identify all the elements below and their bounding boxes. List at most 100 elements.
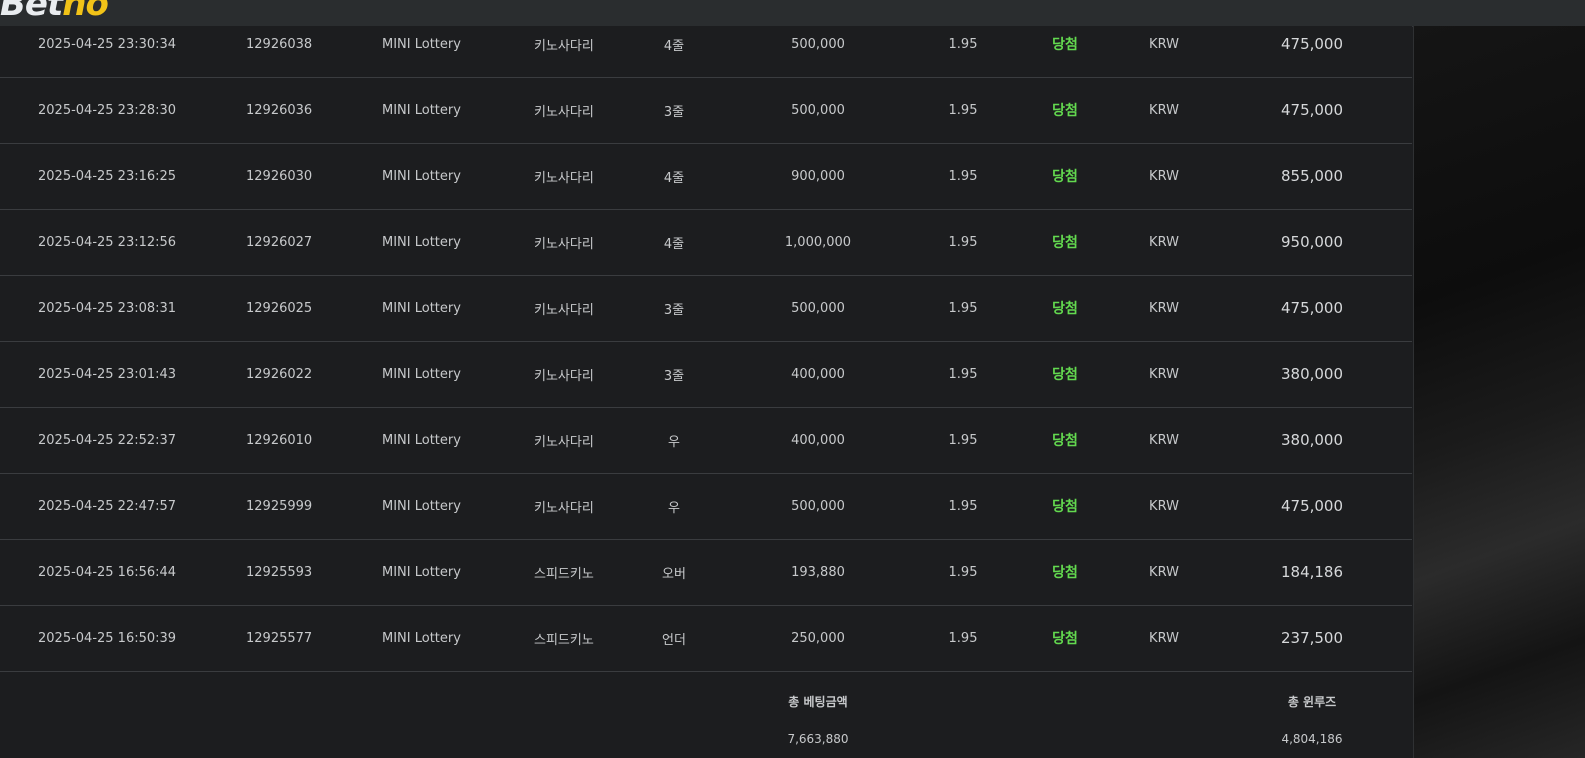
total-win-label: 총 윈루즈 xyxy=(1287,695,1337,709)
bet-pick: 우 xyxy=(668,500,680,516)
bet-result: 당첨 xyxy=(1052,37,1078,53)
win-amount: 475,000 xyxy=(1280,35,1344,53)
game-name: MINI Lottery xyxy=(382,168,461,184)
win-amount: 237,500 xyxy=(1280,629,1344,647)
bet-odds: 1.95 xyxy=(948,564,978,580)
table-row[interactable]: 2025-04-25 23:01:43 12926022 MINI Lottery 키… xyxy=(0,341,1412,408)
game-name: MINI Lottery xyxy=(382,366,461,382)
game-type: 키노사다리 xyxy=(534,302,594,318)
table-row[interactable]: 2025-04-25 23:12:56 12926027 MINI Lottery 키… xyxy=(0,209,1412,276)
bet-date: 2025-04-25 23:30:34 xyxy=(38,36,177,52)
bet-odds: 1.95 xyxy=(948,234,978,250)
bet-currency: KRW xyxy=(1149,234,1179,250)
total-win-value: 4,804,186 xyxy=(1281,732,1343,746)
bet-odds: 1.95 xyxy=(948,498,978,514)
game-name: MINI Lottery xyxy=(382,300,461,316)
game-type: 키노사다리 xyxy=(534,170,594,186)
win-amount: 380,000 xyxy=(1280,431,1344,449)
bet-result: 당첨 xyxy=(1052,367,1078,383)
game-name: MINI Lottery xyxy=(382,630,461,646)
bet-currency: KRW xyxy=(1149,630,1179,646)
game-type: 키노사다리 xyxy=(534,38,594,54)
bet-currency: KRW xyxy=(1149,102,1179,118)
table-row[interactable]: 2025-04-25 23:16:25 12926030 MINI Lottery 키… xyxy=(0,143,1412,210)
bet-id: 12925999 xyxy=(246,498,313,514)
bet-currency: KRW xyxy=(1149,564,1179,580)
win-amount: 950,000 xyxy=(1280,233,1344,251)
total-bet-label: 총 베팅금액 xyxy=(788,695,848,709)
bet-result: 당첨 xyxy=(1052,631,1078,647)
total-bet-value: 7,663,880 xyxy=(787,732,849,746)
bet-date: 2025-04-25 22:52:37 xyxy=(38,432,177,448)
bet-odds: 1.95 xyxy=(948,366,978,382)
game-name: MINI Lottery xyxy=(382,498,461,514)
win-amount: 380,000 xyxy=(1280,365,1344,383)
bet-pick: 3줄 xyxy=(663,302,685,318)
bet-amount: 500,000 xyxy=(791,300,845,316)
bet-odds: 1.95 xyxy=(948,168,978,184)
bet-odds: 1.95 xyxy=(948,300,978,316)
bet-result: 당첨 xyxy=(1052,499,1078,515)
bet-amount: 193,880 xyxy=(791,564,845,580)
game-type: 스피드키노 xyxy=(534,632,594,648)
bet-odds: 1.95 xyxy=(948,630,978,646)
table-row[interactable]: 2025-04-25 16:56:44 12925593 MINI Lottery 스… xyxy=(0,539,1412,606)
bet-result: 당첨 xyxy=(1052,433,1078,449)
bet-amount: 500,000 xyxy=(791,498,845,514)
bet-currency: KRW xyxy=(1149,432,1179,448)
bet-amount: 400,000 xyxy=(791,366,845,382)
table-row[interactable]: 2025-04-25 23:08:31 12926025 MINI Lottery 키… xyxy=(0,275,1412,342)
game-name: MINI Lottery xyxy=(382,564,461,580)
bet-date: 2025-04-25 23:08:31 xyxy=(38,300,177,316)
bet-pick: 4줄 xyxy=(663,236,685,252)
bet-pick: 4줄 xyxy=(663,38,685,54)
game-name: MINI Lottery xyxy=(382,432,461,448)
bet-currency: KRW xyxy=(1149,168,1179,184)
bet-id: 12925577 xyxy=(246,630,313,646)
bet-pick: 3줄 xyxy=(663,104,685,120)
bet-pick: 4줄 xyxy=(663,170,685,186)
game-name: MINI Lottery xyxy=(382,234,461,250)
win-amount: 475,000 xyxy=(1280,101,1344,119)
bet-result: 당첨 xyxy=(1052,235,1078,251)
bet-result: 당첨 xyxy=(1052,103,1078,119)
bet-result: 당첨 xyxy=(1052,301,1078,317)
bet-date: 2025-04-25 16:50:39 xyxy=(38,630,177,646)
bet-pick: 오버 xyxy=(662,566,686,582)
bet-id: 12926030 xyxy=(246,168,313,184)
bet-result: 당첨 xyxy=(1052,565,1078,581)
bet-pick: 언더 xyxy=(662,632,686,648)
bet-id: 12926027 xyxy=(246,234,313,250)
bet-id: 12926036 xyxy=(246,102,313,118)
bet-summary: 총 베팅금액 7,663,880 총 윈루즈 4,804,186 xyxy=(0,675,1412,758)
table-row[interactable]: 2025-04-25 22:47:57 12925999 MINI Lottery 키… xyxy=(0,473,1412,540)
bet-currency: KRW xyxy=(1149,498,1179,514)
bet-id: 12926010 xyxy=(246,432,313,448)
bet-pick: 3줄 xyxy=(663,368,685,384)
bet-date: 2025-04-25 22:47:57 xyxy=(38,498,177,514)
bet-date: 2025-04-25 23:28:30 xyxy=(38,102,177,118)
bet-currency: KRW xyxy=(1149,300,1179,316)
win-amount: 184,186 xyxy=(1280,563,1344,581)
bet-amount: 1,000,000 xyxy=(784,234,852,250)
bet-date: 2025-04-25 23:12:56 xyxy=(38,234,177,250)
game-type: 키노사다리 xyxy=(534,368,594,384)
bet-amount: 250,000 xyxy=(791,630,845,646)
table-row[interactable]: 2025-04-25 23:28:30 12926036 MINI Lottery 키… xyxy=(0,77,1412,144)
bet-amount: 900,000 xyxy=(791,168,845,184)
bet-id: 12926022 xyxy=(246,366,313,382)
bet-date: 2025-04-25 23:01:43 xyxy=(38,366,177,382)
bet-result: 당첨 xyxy=(1052,169,1078,185)
bet-currency: KRW xyxy=(1149,366,1179,382)
game-type: 키노사다리 xyxy=(534,236,594,252)
bet-date: 2025-04-25 16:56:44 xyxy=(38,564,177,580)
win-amount: 475,000 xyxy=(1280,299,1344,317)
table-row[interactable]: 2025-04-25 16:50:39 12925577 MINI Lottery 스… xyxy=(0,605,1412,672)
game-type: 키노사다리 xyxy=(534,434,594,450)
bet-id: 12925593 xyxy=(246,564,313,580)
bet-id: 12926025 xyxy=(246,300,313,316)
bet-odds: 1.95 xyxy=(948,432,978,448)
win-amount: 475,000 xyxy=(1280,497,1344,515)
table-row[interactable]: 2025-04-25 23:30:34 12926038 MINI Lottery 키… xyxy=(0,11,1412,78)
table-row[interactable]: 2025-04-25 22:52:37 12926010 MINI Lottery 키… xyxy=(0,407,1412,474)
